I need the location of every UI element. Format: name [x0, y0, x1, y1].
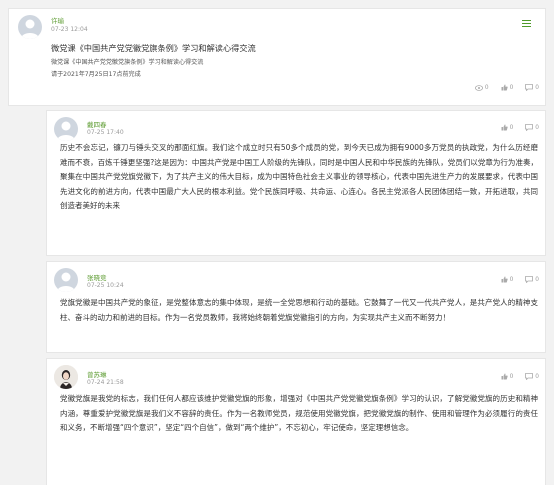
eye-icon: [474, 84, 483, 91]
like-button[interactable]: 0: [501, 84, 514, 91]
post-deadline: 请于2021年7月25日17点前完成: [51, 71, 141, 78]
comment-button[interactable]: 0: [525, 276, 539, 283]
post-time: 07-23 12:04: [51, 26, 88, 33]
post-title: 微党课《中国共产党党徽党旗条例》学习和解读心得交流: [51, 43, 256, 53]
like-count: 0: [509, 84, 514, 91]
reply-content: 历史不会忘记，镰刀与锤头交叉的那面红旗。我们这个成立时只有50多个成员的党，到今…: [60, 143, 538, 210]
reply-stats: 0 0: [489, 276, 539, 283]
comment-count: 0: [535, 373, 539, 380]
author-name[interactable]: 许瑜: [51, 15, 64, 25]
thumb-up-icon: [501, 124, 508, 131]
comment-count: 0: [535, 124, 539, 131]
like-button[interactable]: 0: [501, 276, 514, 283]
thumb-up-icon: [501, 373, 508, 380]
comment-icon: [525, 124, 534, 131]
reply-time: 07-25 10:24: [87, 282, 124, 289]
comment-icon: [525, 84, 534, 91]
thumb-up-icon: [501, 84, 508, 91]
reply-content: 党旗党徽是中国共产党的象征，是党整体意志的集中体现，是统一全党思想和行动的基础。…: [60, 298, 538, 322]
comment-icon: [525, 276, 534, 283]
comment-count: 0: [535, 84, 539, 91]
menu-icon[interactable]: [522, 20, 531, 27]
reply-stats: 0 0: [489, 124, 539, 131]
comment-button[interactable]: 0: [525, 373, 539, 380]
post-card: 许瑜 07-23 12:04 微党课《中国共产党党徽党旗条例》学习和解读心得交流…: [8, 8, 546, 106]
reply-stats: 0 0: [489, 373, 539, 380]
like-count: 0: [509, 373, 514, 380]
reply-author[interactable]: 张晓竞: [87, 272, 107, 282]
view-count-value: 0: [484, 84, 489, 91]
reply-time: 07-25 17:40: [87, 129, 124, 136]
view-count[interactable]: 0: [474, 84, 489, 91]
comment-count: 0: [535, 276, 539, 283]
avatar[interactable]: [18, 15, 42, 39]
comment-button[interactable]: 0: [525, 84, 539, 91]
avatar[interactable]: [54, 268, 78, 292]
reply-author[interactable]: 戴四春: [87, 119, 107, 129]
comment-button[interactable]: 0: [525, 124, 539, 131]
avatar[interactable]: [54, 117, 78, 141]
reply-time: 07-24 21:58: [87, 379, 124, 386]
post-stats: 0 0 0: [463, 84, 539, 91]
reply-content: 党徽党旗是我党的标志，我们任何人都应该维护党徽党旗的形象，增强对《中国共产党党徽…: [60, 394, 538, 432]
like-button[interactable]: 0: [501, 373, 514, 380]
post-subtitle: 微党课《中国共产党党徽党旗条例》学习和解读心得交流: [51, 59, 204, 66]
like-button[interactable]: 0: [501, 124, 514, 131]
reply-card: 张晓竞 07-25 10:24 0 0 党旗党徽是中国共产党的象征，是党整体意志…: [46, 261, 546, 353]
reply-author[interactable]: 曾苏琳: [87, 369, 107, 379]
like-count: 0: [509, 276, 514, 283]
like-count: 0: [509, 124, 514, 131]
thumb-up-icon: [501, 276, 508, 283]
reply-card: 戴四春 07-25 17:40 0 0 历史不会忘记，镰刀与锤头交叉的那面红旗。…: [46, 110, 546, 256]
avatar[interactable]: [54, 365, 78, 389]
reply-card: 曾苏琳 07-24 21:58 0 0 党徽党旗是我党的标志，我们任何人都应该维…: [46, 358, 546, 485]
comment-icon: [525, 373, 534, 380]
